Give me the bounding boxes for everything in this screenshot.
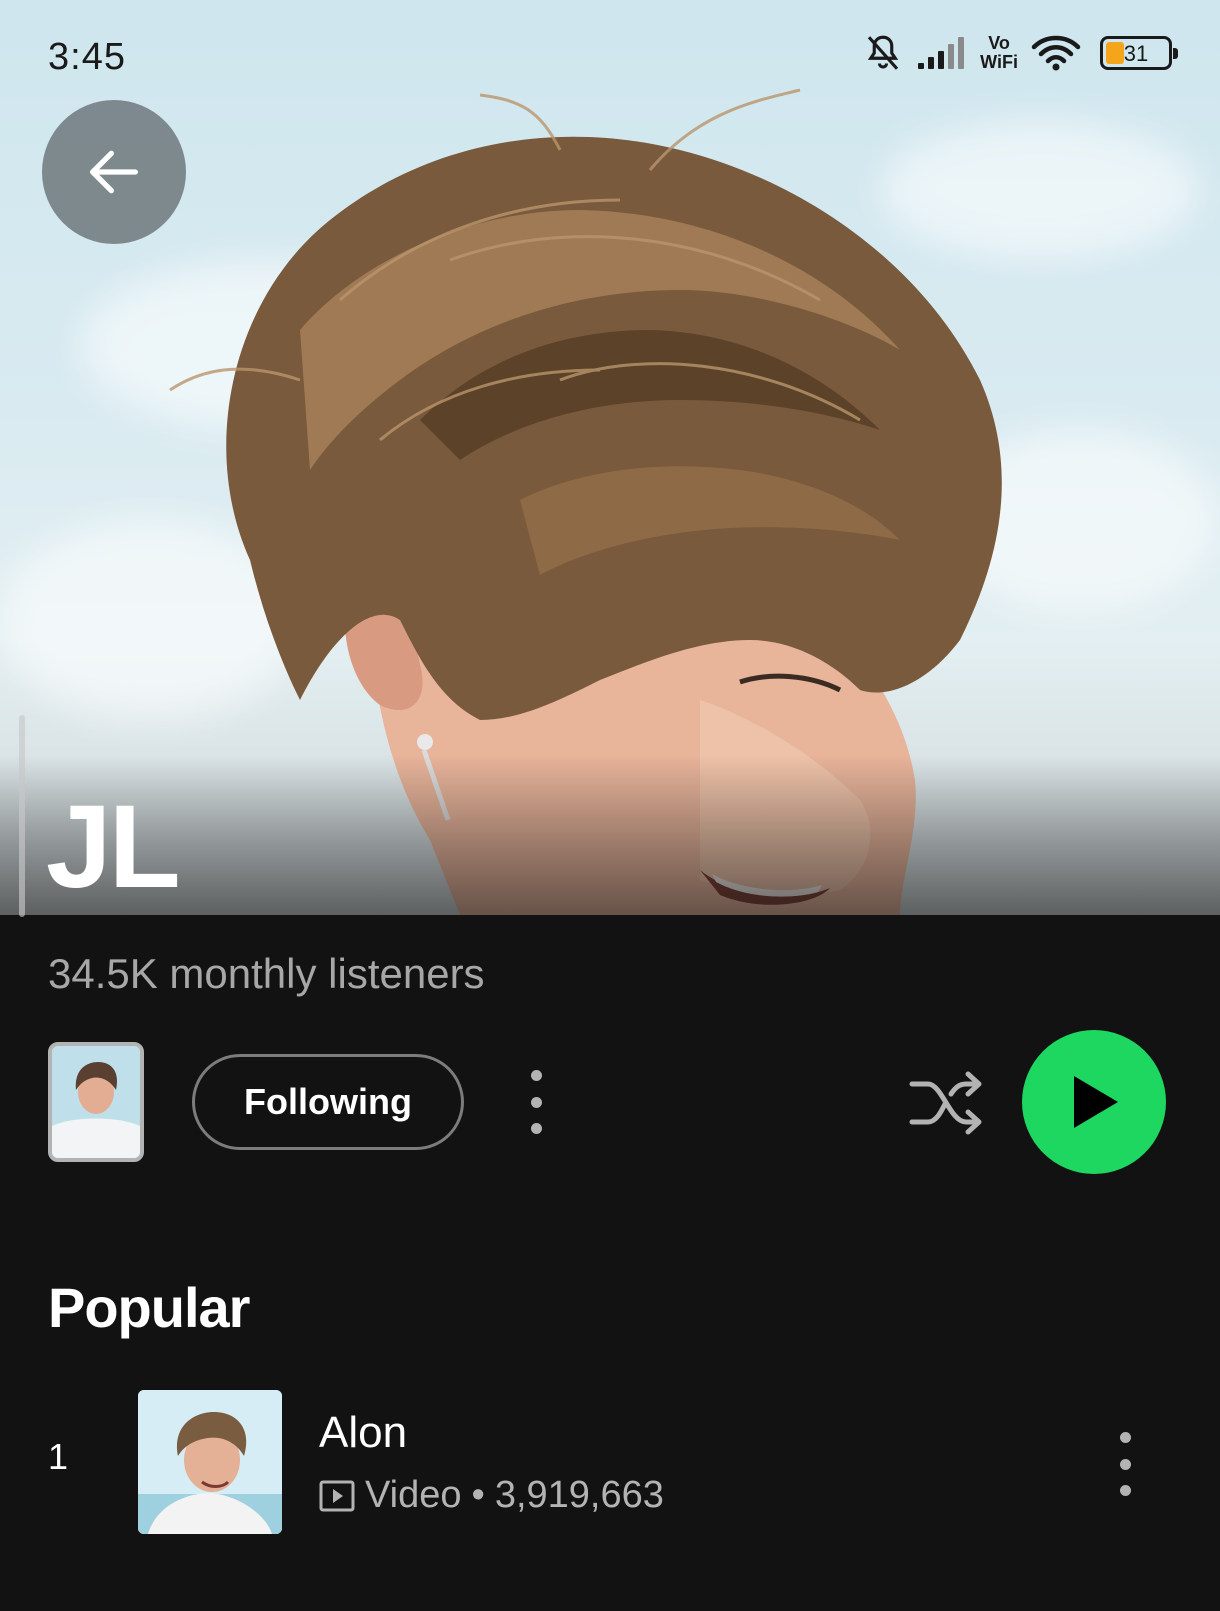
track-type: Video [365,1474,462,1516]
track-rank: 1 [48,1436,69,1477]
artist-name: JL [46,781,181,913]
track-row[interactable]: 1 Alon Video • 3,919,663 [0,1390,1220,1536]
monthly-listeners: 34.5K monthly listeners [48,950,485,997]
play-icon [1074,1076,1118,1128]
play-button[interactable] [1022,1030,1166,1174]
scroll-indicator[interactable] [19,715,25,917]
artist-thumbnail-image [52,1046,140,1158]
artist-thumbnail[interactable] [48,1042,144,1162]
popular-section-title: Popular [48,1276,250,1339]
bell-off-icon [867,35,899,70]
artist-header-image [0,0,1220,915]
status-time: 3:45 [48,36,126,78]
video-icon [319,1480,355,1511]
track-meta: Video • 3,919,663 [319,1474,664,1517]
back-button[interactable] [42,100,186,244]
vowifi-label: Vo WiFi [980,33,1018,72]
track-artwork-image [138,1390,282,1534]
shuffle-icon[interactable] [908,1068,984,1138]
battery-icon: 31 [1100,36,1178,70]
battery-level: 31 [1123,41,1149,66]
track-artwork [138,1390,282,1534]
track-title: Alon [319,1408,408,1457]
status-bar: 3:45 Vo WiFi 31 [0,0,1220,110]
arrow-left-icon [90,150,138,194]
track-more-options-icon[interactable] [1108,1432,1142,1496]
wifi-icon [1031,35,1081,71]
following-button[interactable]: Following [192,1054,464,1150]
signal-icon [918,37,965,69]
more-options-icon[interactable] [519,1070,553,1134]
track-play-count: 3,919,663 [494,1474,664,1516]
track-meta-separator: • [471,1474,485,1516]
